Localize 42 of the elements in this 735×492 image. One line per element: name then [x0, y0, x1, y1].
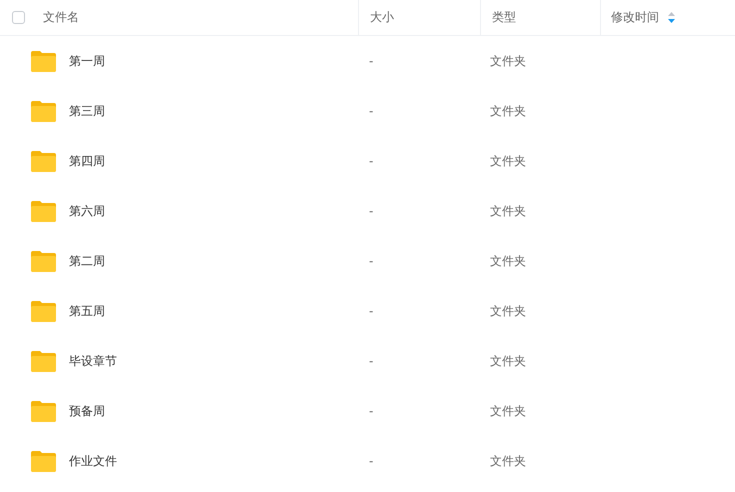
file-type: 文件夹 [490, 454, 526, 468]
file-type: 文件夹 [490, 104, 526, 118]
column-header[interactable]: 修改时间 [611, 9, 659, 26]
folder-icon [31, 200, 56, 222]
file-name[interactable]: 第四周 [69, 152, 105, 170]
file-size: - [369, 104, 374, 118]
file-type: 文件夹 [490, 204, 526, 218]
file-size: - [369, 304, 374, 318]
file-name[interactable]: 第五周 [69, 302, 105, 320]
sort-icon[interactable] [668, 12, 675, 23]
file-size: - [369, 254, 374, 268]
file-name[interactable]: 作业文件 [69, 452, 117, 470]
file-name[interactable]: 第二周 [69, 252, 105, 270]
file-type: 文件夹 [490, 254, 526, 268]
file-name[interactable]: 第一周 [69, 52, 105, 70]
folder-icon [31, 300, 56, 322]
file-size: - [369, 154, 374, 168]
folder-icon [31, 250, 56, 272]
file-type: 文件夹 [490, 154, 526, 168]
file-name[interactable]: 预备周 [69, 402, 105, 420]
select-all-checkbox[interactable] [12, 11, 25, 24]
folder-icon [31, 400, 56, 422]
file-size: - [369, 54, 374, 68]
folder-icon [31, 450, 56, 472]
file-type: 文件夹 [490, 54, 526, 68]
file-size: - [369, 354, 374, 368]
file-size: - [369, 404, 374, 418]
column-header[interactable]: 大小 [370, 9, 394, 26]
file-type: 文件夹 [490, 354, 526, 368]
folder-icon [31, 50, 56, 72]
file-type: 文件夹 [490, 404, 526, 418]
column-header[interactable]: 文件名 [43, 9, 79, 26]
file-size: - [369, 454, 374, 468]
folder-icon [31, 150, 56, 172]
file-name[interactable]: 毕设章节 [69, 352, 117, 370]
folder-icon [31, 100, 56, 122]
file-name[interactable]: 第三周 [69, 102, 105, 120]
folder-icon [31, 350, 56, 372]
file-size: - [369, 204, 374, 218]
file-type: 文件夹 [490, 304, 526, 318]
column-header[interactable]: 类型 [492, 9, 516, 26]
file-name[interactable]: 第六周 [69, 202, 105, 220]
